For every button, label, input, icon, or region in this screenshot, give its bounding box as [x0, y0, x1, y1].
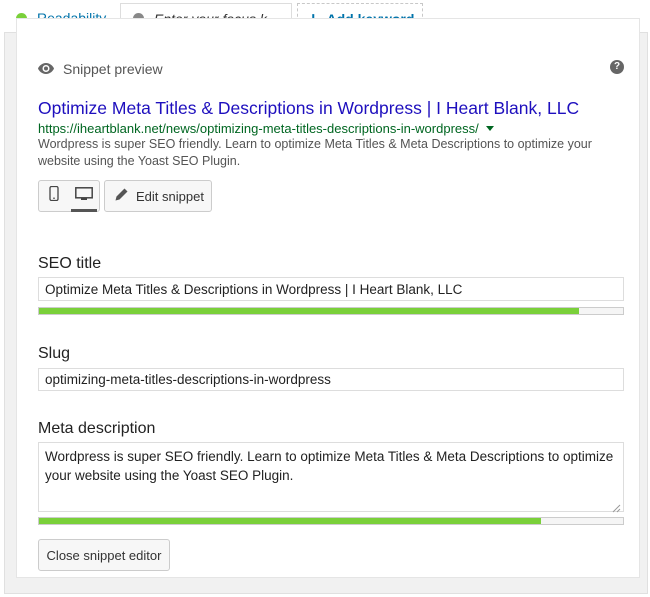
snippet-description-preview[interactable]: Wordpress is super SEO friendly. Learn t…: [38, 136, 623, 170]
help-icon[interactable]: ?: [610, 60, 624, 74]
snippet-title-preview[interactable]: Optimize Meta Titles & Descriptions in W…: [38, 98, 579, 119]
meta-description-label: Meta description: [38, 420, 156, 437]
seo-title-label: SEO title: [38, 255, 102, 272]
mobile-preview-button[interactable]: [39, 181, 69, 211]
snippet-url-preview[interactable]: https://iheartblank.net/news/optimizing-…: [38, 121, 494, 136]
slug-label: Slug: [38, 345, 71, 362]
seo-title-input[interactable]: [38, 277, 624, 301]
edit-snippet-label: Edit snippet: [136, 188, 204, 204]
eye-icon: [38, 61, 54, 77]
edit-snippet-button[interactable]: Edit snippet: [104, 180, 212, 212]
meta-description-textarea[interactable]: Wordpress is super SEO friendly. Learn t…: [38, 442, 624, 512]
meta-description-progress-fill: [39, 518, 542, 524]
caret-down-icon: [485, 126, 494, 131]
close-snippet-editor-button[interactable]: Close snippet editor: [38, 539, 170, 571]
mobile-icon: [49, 185, 59, 206]
snippet-preview-header: Snippet preview: [38, 61, 163, 77]
seo-title-progress-fill: [39, 308, 580, 314]
close-snippet-editor-label: Close snippet editor: [46, 547, 162, 563]
meta-description-progress-bar: [38, 517, 624, 525]
desktop-icon: [75, 186, 93, 206]
snippet-preview-title: Snippet preview: [63, 61, 163, 77]
snippet-url-text: https://iheartblank.net/news/optimizing-…: [38, 121, 479, 136]
resize-handle-icon[interactable]: [612, 500, 621, 513]
pencil-icon: [115, 188, 128, 204]
desktop-preview-button[interactable]: [69, 181, 99, 212]
seo-title-progress-bar: [38, 307, 624, 315]
device-toggle: [38, 180, 100, 212]
slug-input[interactable]: [38, 368, 624, 391]
